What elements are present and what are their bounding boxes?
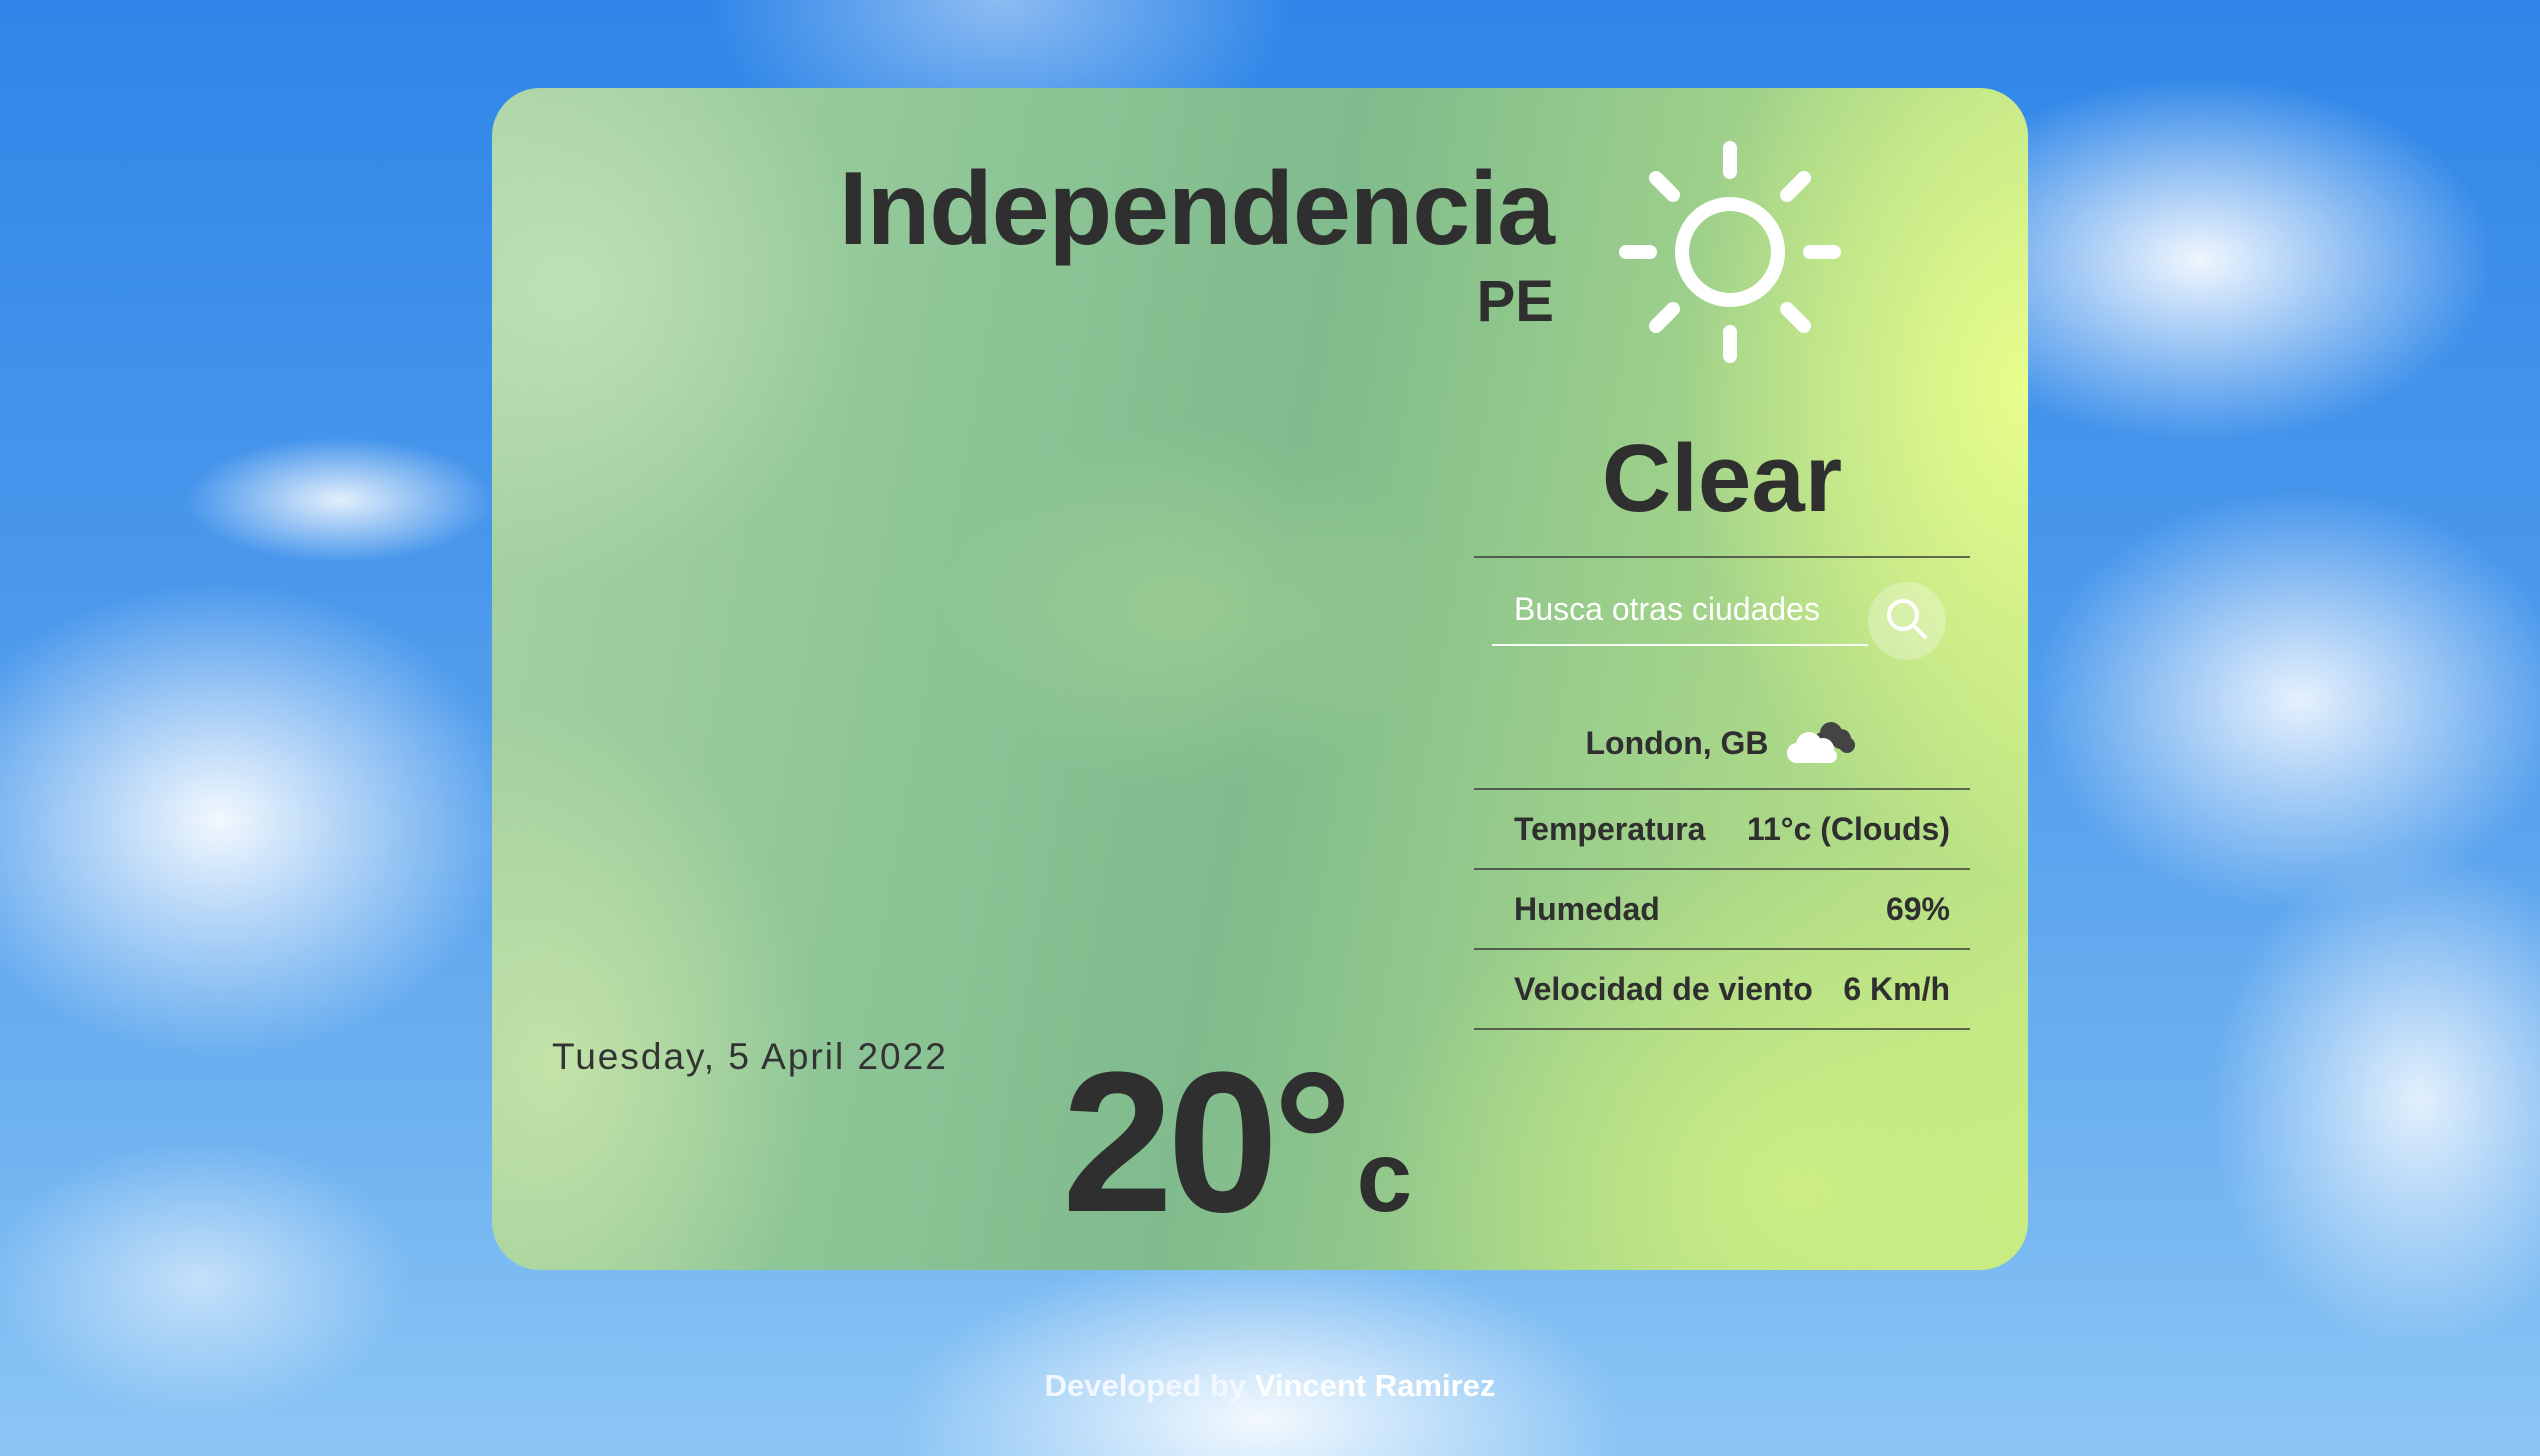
weather-condition: Clear (1601, 425, 1843, 532)
weather-app-page: Independencia PE Tuesday, 5 April 2022 2… (0, 0, 2540, 1456)
weather-card: Independencia PE Tuesday, 5 April 2022 2… (492, 88, 2028, 1270)
detail-value: 11°c (Clouds) (1746, 810, 1950, 847)
detail-row-humidity: Humedad 69% (1474, 870, 1970, 948)
footer-prefix: Developed by (1044, 1368, 1247, 1403)
other-city-name: London, GB (1585, 724, 1769, 761)
city-name: Independencia (838, 151, 1555, 267)
search-icon (1884, 596, 1930, 647)
detail-row-wind-speed: Velocidad de viento 6 Km/h (1474, 950, 1970, 1028)
detail-value: 69% (1885, 890, 1950, 927)
detail-value: 6 Km/h (1843, 970, 1950, 1007)
other-city-header: London, GB (1474, 708, 1970, 778)
detail-label: Humedad (1514, 890, 1660, 927)
current-temperature: 20° c (1062, 1028, 1412, 1258)
detail-label: Temperatura (1514, 810, 1706, 847)
detail-label: Velocidad de viento (1514, 970, 1813, 1007)
divider (1474, 556, 1970, 558)
search-button[interactable] (1868, 582, 1946, 660)
footer-credit: Developed by Vincent Ramirez (0, 1368, 2540, 1404)
clouds-icon (1783, 715, 1859, 772)
temperature-unit: c (1356, 1121, 1413, 1233)
detail-row-temperature: Temperatura 11°c (Clouds) (1474, 790, 1970, 868)
city-search-input[interactable] (1492, 574, 1868, 646)
sun-icon (1612, 134, 1848, 370)
divider (1474, 1028, 1970, 1030)
weather-sidebar: Clear London, GB (1474, 88, 1970, 1270)
current-date: Tuesday, 5 April 2022 (552, 1036, 948, 1077)
footer-author-link[interactable]: Vincent Ramirez (1255, 1368, 1496, 1403)
temperature-value: 20° (1062, 1031, 1352, 1254)
